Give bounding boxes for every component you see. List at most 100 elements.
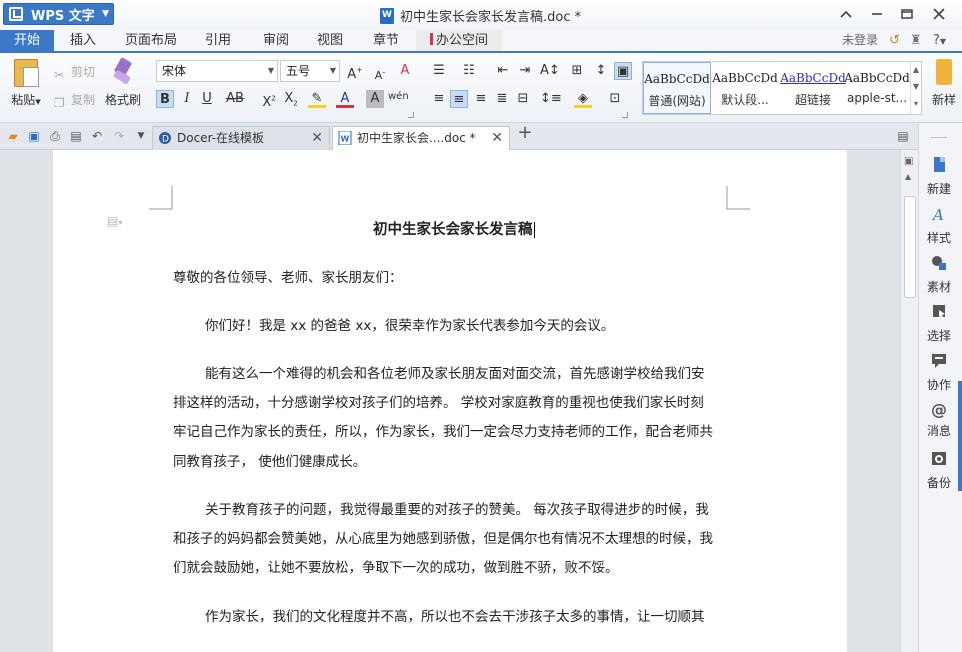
- login-status[interactable]: 未登录: [842, 30, 878, 51]
- scissors-icon: ✂: [54, 68, 65, 82]
- tab-view[interactable]: 视图: [308, 30, 352, 51]
- side-new-button[interactable]: 新建: [919, 157, 959, 197]
- app-name: WPS 文字: [31, 8, 95, 24]
- side-collaborate-button[interactable]: 协作: [919, 353, 959, 393]
- phonetic-guide-button[interactable]: wén: [388, 88, 409, 106]
- font-name-select[interactable]: 宋体 ▼: [156, 60, 278, 82]
- justify-icon: ≣: [496, 91, 508, 106]
- shrink-font-button[interactable]: A-: [371, 63, 389, 82]
- close-window-button[interactable]: [928, 4, 950, 24]
- close-tab-icon[interactable]: ✕: [491, 127, 503, 149]
- style-hyperlink[interactable]: AaBbCcDd 超链接: [779, 62, 847, 114]
- help-button[interactable]: ?▼: [933, 30, 946, 51]
- copy-label: 复制: [71, 93, 96, 107]
- side-messages-label: 消息: [926, 424, 951, 438]
- clear-format-button[interactable]: A: [396, 62, 414, 80]
- style-apple[interactable]: AaBbCcDd apple-st...: [843, 62, 911, 114]
- tab-docer-templates[interactable]: D Docer-在线模板 ✕: [152, 126, 330, 150]
- show-marks-button[interactable]: ▣: [614, 62, 632, 80]
- align-center-button[interactable]: ≡: [450, 90, 468, 108]
- paragraph-line: 排这样的活动，十分感谢学校对孩子们的培养。 学校对家庭教育的重视也使我们家长时刻: [173, 395, 704, 411]
- tab-home[interactable]: 开始: [0, 30, 54, 51]
- style-name: apple-st...: [846, 91, 908, 105]
- side-style-button[interactable]: A 样式: [919, 206, 959, 246]
- side-material-button[interactable]: 素材: [919, 255, 959, 295]
- paragraph-layout-icon[interactable]: ▤▾: [107, 214, 122, 228]
- text-cursor: ​: [533, 222, 535, 238]
- tab-current-document[interactable]: W 初中生家长会....doc * ✕: [332, 126, 510, 150]
- side-messages-button[interactable]: @ 消息: [919, 402, 959, 439]
- char-shading-button[interactable]: A: [366, 90, 384, 108]
- font-dialog-launcher-icon[interactable]: [408, 112, 414, 118]
- copy-button[interactable]: ❐ 复制: [54, 91, 95, 110]
- svg-text:A: A: [931, 206, 944, 222]
- side-select-button[interactable]: 选择: [919, 304, 959, 344]
- print-preview-icon[interactable]: ▤: [69, 129, 83, 143]
- style-normal-web[interactable]: AaBbCcDd 普通(网站): [643, 62, 711, 114]
- format-painter-button[interactable]: 格式刷: [104, 59, 142, 108]
- side-backup-button[interactable]: 备份: [919, 451, 959, 491]
- sort-button[interactable]: ↕: [592, 62, 610, 80]
- distribute-button[interactable]: ⊟: [514, 90, 532, 108]
- styles-gallery: AaBbCcDd 普通(网站) AaBbCcDd 默认段... AaBbCcDd…: [642, 61, 922, 115]
- print-icon[interactable]: ⎙: [48, 129, 62, 143]
- decrease-indent-button[interactable]: ⇤: [494, 62, 512, 80]
- new-style-button[interactable]: 新样: [926, 59, 962, 108]
- tab-office-space[interactable]: 办公空间: [416, 30, 502, 51]
- bullet-list-button[interactable]: ☰: [430, 62, 448, 80]
- panel-expand-handle[interactable]: [958, 381, 962, 491]
- increase-indent-button[interactable]: ⇥: [516, 62, 534, 80]
- chevron-down-icon: ▼: [939, 37, 947, 46]
- tab-list-icon[interactable]: ▤: [896, 129, 910, 143]
- tab-review[interactable]: 审阅: [254, 30, 298, 51]
- split-view-icon[interactable]: ▣: [904, 156, 913, 167]
- redo-icon[interactable]: ↷: [112, 129, 126, 143]
- open-folder-icon[interactable]: ▰: [6, 129, 20, 143]
- minimize-button[interactable]: [866, 4, 888, 24]
- font-size-select[interactable]: 五号 ▼: [280, 60, 340, 82]
- tab-insert[interactable]: 插入: [58, 30, 108, 51]
- scroll-thumb[interactable]: [904, 196, 916, 298]
- customize-toolbar-icon[interactable]: ▼: [134, 129, 148, 143]
- strikethrough-button[interactable]: AB: [224, 90, 246, 108]
- app-menu-button[interactable]: WPS 文字 ▼: [3, 3, 114, 25]
- paste-button[interactable]: 粘贴▼: [8, 59, 44, 108]
- tab-page-layout[interactable]: 页面布局: [120, 30, 182, 51]
- font-color-button[interactable]: A: [336, 90, 354, 108]
- numbered-list-button[interactable]: ☷: [460, 62, 478, 80]
- superscript-icon: X2: [262, 95, 276, 111]
- new-tab-button[interactable]: +: [516, 124, 534, 142]
- tab-references[interactable]: 引用: [196, 30, 240, 51]
- grow-font-button[interactable]: A+: [346, 62, 364, 82]
- collapse-ribbon-button[interactable]: [835, 4, 857, 24]
- align-right-button[interactable]: ≡: [472, 90, 490, 108]
- table-button[interactable]: ⊞: [568, 62, 586, 80]
- bold-button[interactable]: B: [156, 90, 174, 108]
- vertical-scrollbar[interactable]: ▣ ▲: [900, 150, 918, 652]
- justify-button[interactable]: ≣: [493, 90, 511, 108]
- italic-button[interactable]: I: [178, 90, 196, 108]
- styles-scroll[interactable]: ▲ ▼ ▾: [910, 61, 921, 115]
- document-page[interactable]: ▤▾ 初中生家长会家长发言稿​ 尊敬的各位领导、老师、家长朋友们： 你们好！我是…: [53, 150, 847, 652]
- scroll-up-icon[interactable]: ▲: [905, 172, 911, 181]
- cut-button[interactable]: ✂ 剪切: [54, 63, 95, 82]
- paragraph-dialog-launcher-icon[interactable]: [622, 112, 628, 118]
- borders-button[interactable]: ⊡: [606, 90, 624, 108]
- underline-button[interactable]: U: [198, 90, 216, 108]
- paragraph-shading-button[interactable]: ◈: [574, 90, 592, 108]
- undo-icon[interactable]: ↶: [90, 129, 104, 143]
- shirt-icon[interactable]: ♜: [910, 30, 922, 51]
- border-icon: ⊡: [609, 91, 621, 106]
- highlight-button[interactable]: ✎: [308, 90, 326, 108]
- skin-icon[interactable]: ↺: [889, 30, 900, 51]
- align-left-button[interactable]: ≡: [430, 90, 448, 108]
- subscript-button[interactable]: X2: [282, 90, 300, 108]
- text-direction-button[interactable]: A↕: [540, 62, 560, 80]
- close-tab-icon[interactable]: ✕: [311, 127, 323, 149]
- tab-chapter[interactable]: 章节: [364, 30, 408, 51]
- maximize-button[interactable]: [896, 4, 918, 24]
- superscript-button[interactable]: X2: [260, 90, 278, 111]
- save-icon[interactable]: ▣: [27, 129, 41, 143]
- style-default-paragraph[interactable]: AaBbCcDd 默认段...: [711, 62, 779, 114]
- line-spacing-button[interactable]: ↕≡: [540, 90, 562, 108]
